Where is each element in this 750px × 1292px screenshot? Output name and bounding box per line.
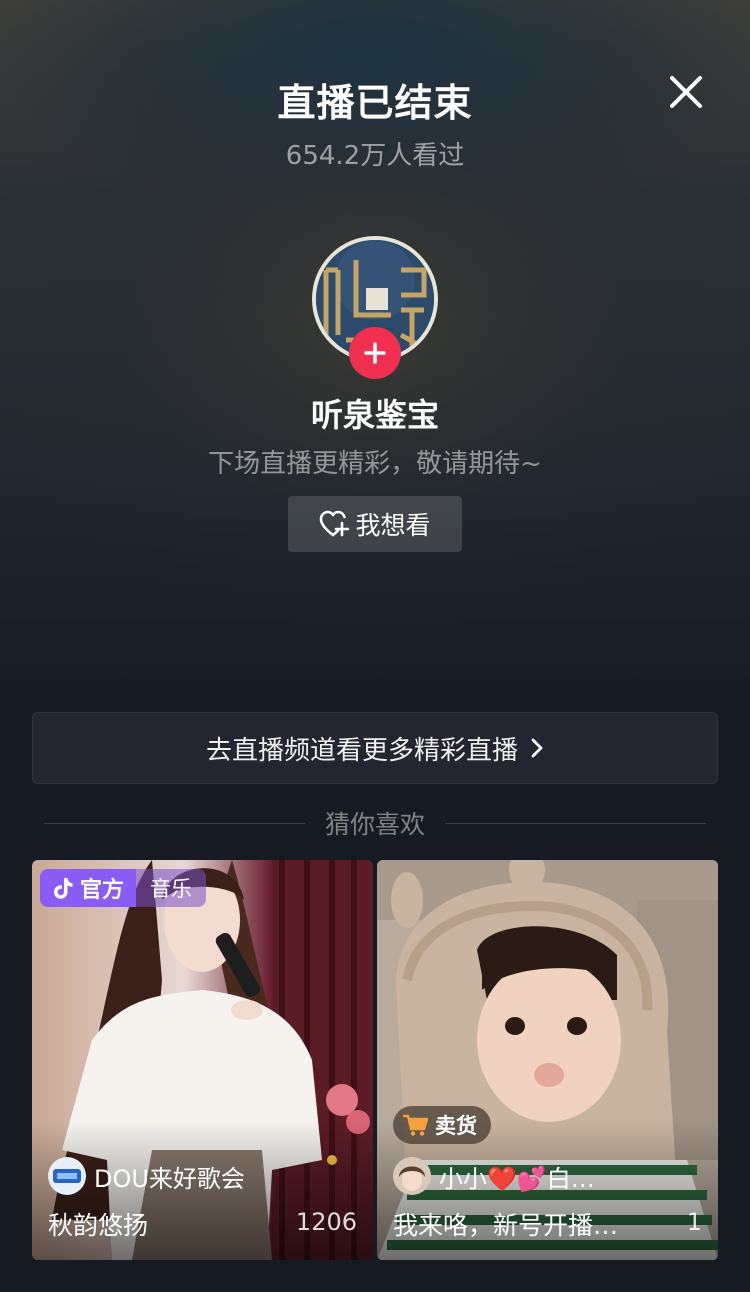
card-host-row: 小小❤️💕白… <box>393 1156 595 1196</box>
host-tagline: 下场直播更精彩，敬请期待~ <box>208 449 542 479</box>
live-channel-label: 去直播频道看更多精彩直播 <box>205 735 518 766</box>
heart-plus-icon <box>320 510 350 537</box>
card-title: 秋韵悠扬 <box>48 1211 149 1240</box>
recommend-section-label: 猜你喜欢 <box>325 810 426 839</box>
category-label: 音乐 <box>136 869 207 907</box>
close-icon <box>670 76 702 108</box>
official-badge: 官方 音乐 <box>40 869 207 907</box>
page-title: 直播已结束 <box>277 81 473 125</box>
card-host-row: DOU来好歌会 <box>48 1156 245 1196</box>
card-host-avatar <box>48 1157 86 1195</box>
card-viewer-count: 1206 <box>295 1208 357 1236</box>
close-button[interactable] <box>666 72 706 112</box>
follow-button[interactable] <box>349 327 401 379</box>
selling-badge-label: 卖货 <box>435 1114 477 1138</box>
live-card-music[interactable]: 官方 音乐 DOU来好歌会 秋韵悠扬 1206 <box>32 860 373 1260</box>
selling-badge: 卖货 <box>393 1106 491 1144</box>
chevron-right-icon <box>531 738 543 758</box>
card-host-avatar <box>393 1157 431 1195</box>
want-to-watch-button[interactable]: 我想看 <box>288 496 462 552</box>
card-host-name: DOU来好歌会 <box>94 1164 245 1193</box>
divider-line <box>44 822 305 824</box>
viewer-count: 654.2万人看过 <box>285 141 465 171</box>
douyin-logo-icon <box>54 878 73 899</box>
host-name: 听泉鉴宝 <box>310 396 439 434</box>
recommend-divider: 猜你喜欢 <box>44 806 707 840</box>
card-viewer-count: 1 <box>686 1208 702 1236</box>
live-channel-link[interactable]: 去直播频道看更多精彩直播 <box>32 712 718 784</box>
divider-line <box>445 822 707 824</box>
card-title: 我来咯，新号开播… <box>393 1211 619 1240</box>
shopping-cart-icon <box>403 1114 429 1136</box>
want-to-watch-label: 我想看 <box>355 511 431 540</box>
live-card-sell[interactable]: 卖货 小小❤️💕白… 我来咯，新号开播… 1 <box>377 860 718 1260</box>
plus-icon <box>364 342 386 364</box>
card-host-name: 小小❤️💕白… <box>439 1164 595 1193</box>
official-badge-label: 官方 <box>80 878 125 903</box>
official-badge-main: 官方 <box>40 869 137 907</box>
